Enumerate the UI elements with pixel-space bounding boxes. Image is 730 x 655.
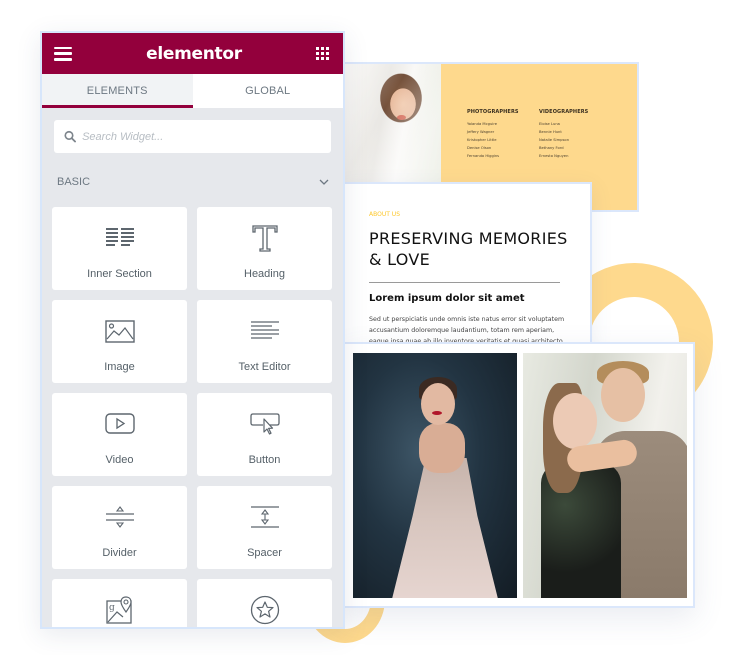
bride-photo [345,64,441,182]
team-name: Bennie Hunt [539,130,562,134]
widget-google-maps[interactable]: g [52,579,187,627]
team-name: Natalie Simpson [539,138,570,142]
photographers-list: PHOTOGRAPHERS Yolanda Mcguire Jeffery Wa… [467,109,519,160]
menu-icon[interactable] [54,46,72,61]
widget-star-rating[interactable] [197,579,332,627]
star-icon [250,595,279,625]
tab-global[interactable]: GLOBAL [193,74,344,108]
tab-elements[interactable]: ELEMENTS [42,74,193,108]
divider-icon [105,506,134,528]
chevron-down-icon [319,179,329,185]
spacer-icon [250,506,279,528]
category-label: BASIC [57,176,91,188]
widget-label: Spacer [247,547,282,559]
widget-heading[interactable]: Heading [197,207,332,290]
elementor-panel: elementor ELEMENTS GLOBAL BASIC Inner Se… [40,31,345,629]
team-name: Eloise Luna [539,122,560,126]
team-name: Denise Olson [467,146,492,150]
inner-section-icon [105,228,134,246]
videographers-list: VIDEOGRAPHERS Eloise Luna Bennie Hunt Na… [539,109,588,160]
widget-label: Image [104,361,135,373]
about-title: PRESERVING MEMORIES & LOVE [369,229,568,269]
widget-label: Button [248,454,281,466]
team-name: Ernesto Nguyen [539,154,569,158]
image-icon [104,319,135,343]
button-icon [249,413,280,435]
search-box [54,120,331,153]
widget-label: Text Editor [238,361,291,373]
bride-gown-photo [353,353,517,598]
apps-grid-icon[interactable] [315,47,329,60]
team-name: Bethany Ford [539,146,564,150]
widget-grid: Inner Section Heading Image Text Editor … [52,207,343,627]
svg-text:g: g [109,603,115,613]
team-name: Yolanda Mcguire [467,122,498,126]
team-name: Jeffery Wagner [467,130,495,134]
video-icon [104,413,135,434]
text-editor-icon [250,321,279,339]
panel-tabs: ELEMENTS GLOBAL [42,74,343,108]
widget-text-editor[interactable]: Text Editor [197,300,332,383]
photographers-heading: PHOTOGRAPHERS [467,109,519,115]
widget-divider[interactable]: Divider [52,486,187,569]
google-maps-icon: g [105,596,132,624]
widget-inner-section[interactable]: Inner Section [52,207,187,290]
widget-image[interactable]: Image [52,300,187,383]
about-subtitle: Lorem ipsum dolor sit amet [369,293,525,304]
widget-spacer[interactable]: Spacer [197,486,332,569]
divider-line [369,282,560,283]
about-eyebrow: ABOUT US [369,211,401,218]
widget-label: Inner Section [87,268,152,280]
heading-icon [251,225,278,252]
about-card: ABOUT US PRESERVING MEMORIES & LOVE Lore… [343,182,592,347]
widget-button[interactable]: Button [197,393,332,476]
elementor-logo: elementor [146,43,242,64]
couple-photo [523,353,687,598]
videographers-heading: VIDEOGRAPHERS [539,109,589,115]
team-name: Fernando Higgins [467,154,500,158]
gallery-card [343,342,695,608]
team-name: Kristopher Little [467,138,497,142]
widget-label: Heading [244,268,285,280]
widget-label: Video [105,454,134,466]
widget-video[interactable]: Video [52,393,187,476]
panel-header: elementor [42,33,343,74]
search-icon [64,130,76,143]
widget-label: Divider [102,547,137,559]
category-basic[interactable]: BASIC [57,174,329,190]
search-widget-input[interactable] [82,130,321,143]
